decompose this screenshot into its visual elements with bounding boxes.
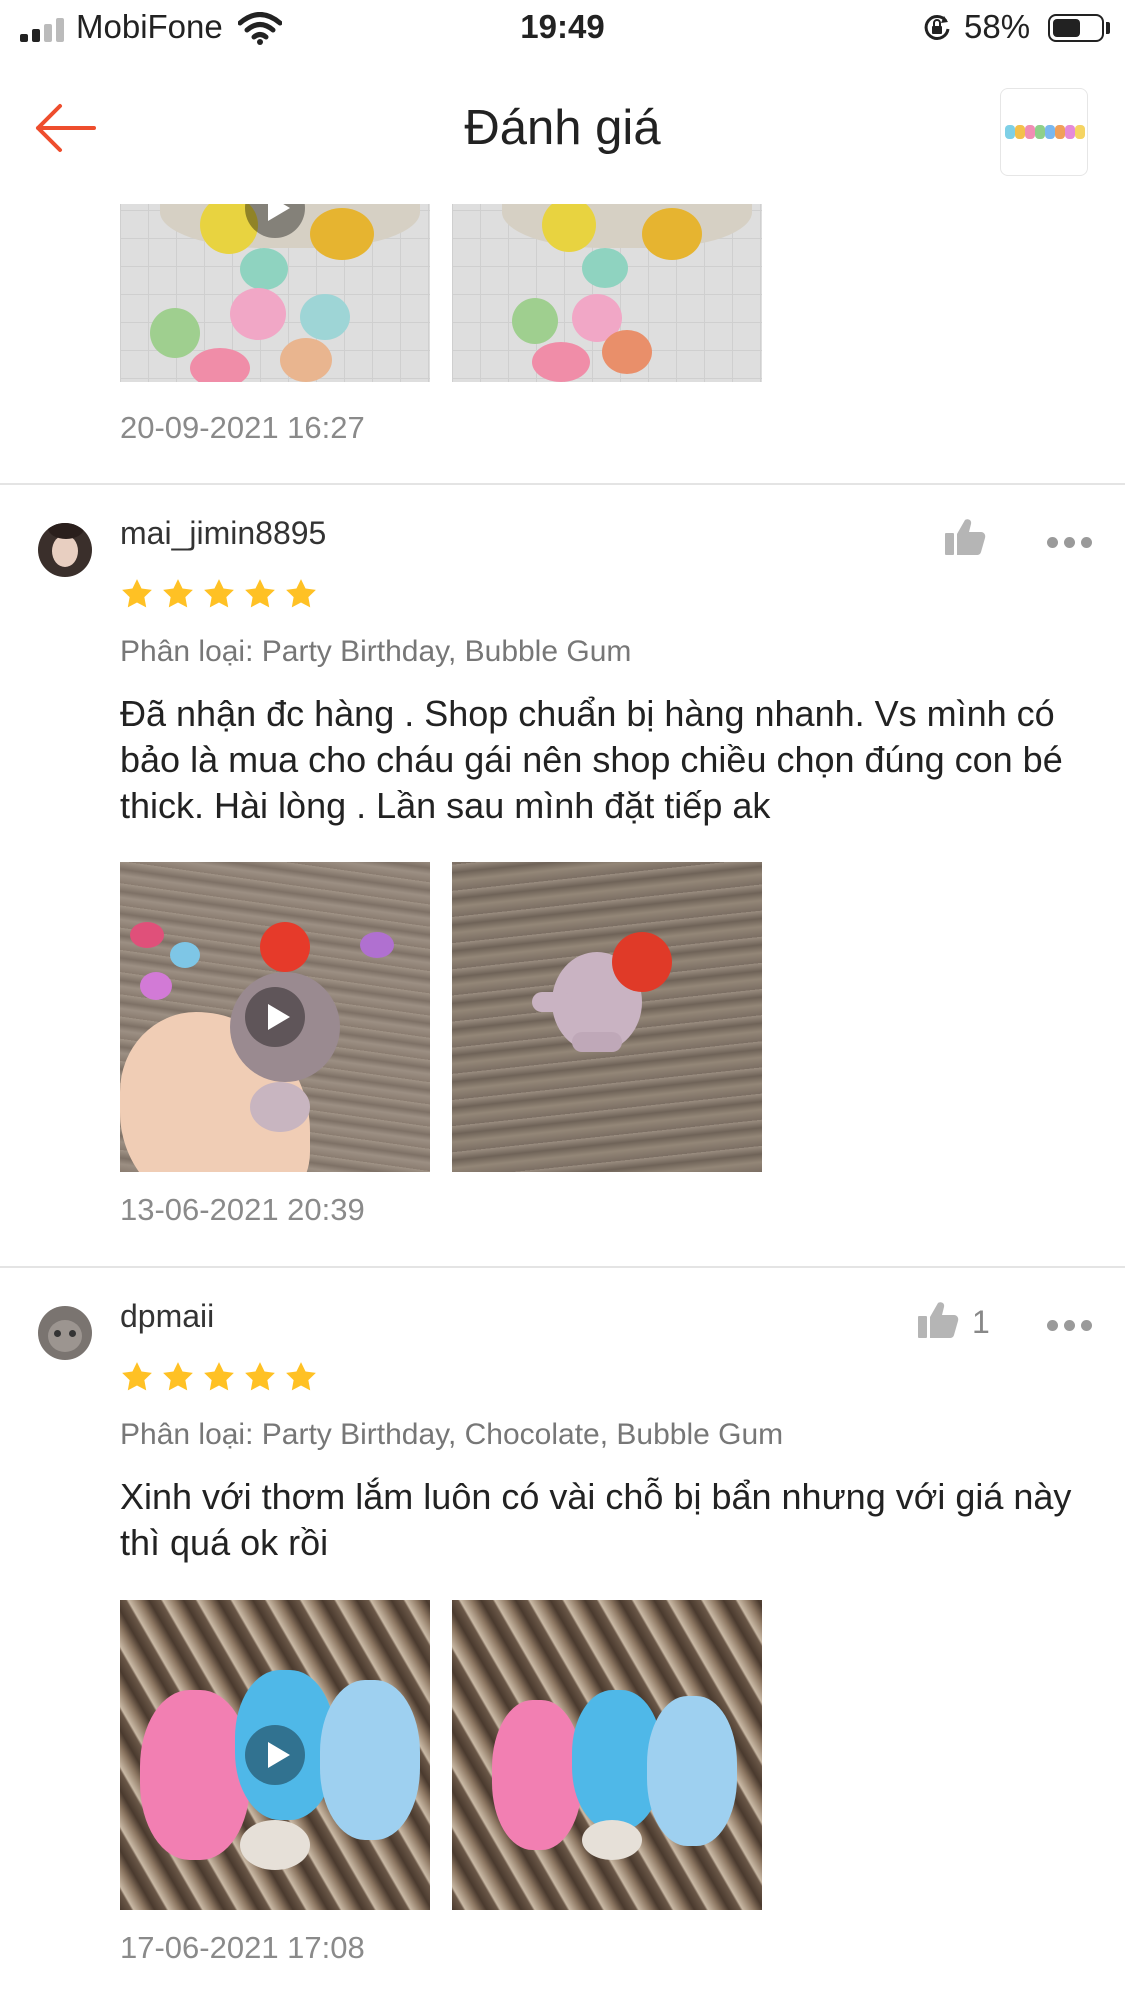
like-icon[interactable]: [944, 517, 986, 557]
star-icon: [286, 1362, 316, 1391]
back-arrow-icon[interactable]: [30, 98, 100, 158]
battery-fill: [1053, 19, 1080, 37]
battery-tip: [1106, 22, 1110, 34]
battery-icon: [1048, 14, 1104, 42]
avatar[interactable]: [38, 523, 92, 577]
product-variation: Phân loại: Party Birthday, Bubble Gum: [120, 635, 632, 668]
avatar[interactable]: [38, 1306, 92, 1360]
review-date: 20-09-2021 16:27: [120, 410, 365, 445]
star-icon: [245, 579, 275, 608]
star-icon: [245, 1362, 275, 1391]
review-video-thumbnail[interactable]: [120, 862, 430, 1172]
nav-bar: Đánh giá: [0, 58, 1125, 204]
orientation-lock-icon: [924, 14, 950, 40]
play-icon: [245, 987, 305, 1047]
review-list[interactable]: 20-09-2021 16:27 mai_jimin8895 Phân loại…: [0, 204, 1125, 2000]
status-bar: MobiFone 19:49 58%: [0, 0, 1125, 58]
review-video-thumbnail[interactable]: [120, 204, 430, 382]
more-icon[interactable]: [1047, 1320, 1093, 1332]
like-count: 1: [972, 1304, 990, 1340]
review-photo[interactable]: [452, 204, 762, 382]
review-item: mai_jimin8895 Phân loại: Party Birthday,…: [0, 485, 1125, 1265]
review-photo[interactable]: [452, 862, 762, 1172]
review-item: 20-09-2021 16:27: [0, 204, 1125, 484]
star-icon: [122, 1362, 152, 1391]
star-icon: [122, 579, 152, 608]
review-date: 17-06-2021 17:08: [120, 1930, 365, 1965]
review-comment: Xinh với thơm lắm luôn có vài chỗ bị bẩn…: [120, 1476, 1072, 1563]
review-photo[interactable]: [452, 1600, 762, 1910]
star-rating: [120, 1360, 325, 1394]
more-icon[interactable]: [1047, 537, 1093, 549]
star-icon: [204, 579, 234, 608]
product-thumbnail[interactable]: [1000, 88, 1088, 176]
status-time: 19:49: [520, 8, 605, 45]
star-icon: [286, 579, 316, 608]
star-icon: [163, 1362, 193, 1391]
star-icon: [163, 579, 193, 608]
star-icon: [204, 1362, 234, 1391]
like-icon[interactable]: [917, 1300, 959, 1340]
product-variation: Phân loại: Party Birthday, Chocolate, Bu…: [120, 1418, 784, 1451]
reviewer-username[interactable]: mai_jimin8895: [120, 515, 326, 552]
page-title: Đánh giá: [464, 101, 661, 155]
review-item: dpmaii 1 Phân loại: Party Birthday, Choc…: [0, 1268, 1125, 2000]
play-icon: [245, 1725, 305, 1785]
review-date: 13-06-2021 20:39: [120, 1192, 365, 1227]
review-video-thumbnail[interactable]: [120, 1600, 430, 1910]
battery-percent: 58%: [964, 8, 1031, 45]
star-rating: [120, 577, 325, 611]
review-comment: Đã nhận đc hàng . Shop chuẩn bị hàng nha…: [120, 693, 1063, 826]
reviewer-username[interactable]: dpmaii: [120, 1298, 214, 1335]
